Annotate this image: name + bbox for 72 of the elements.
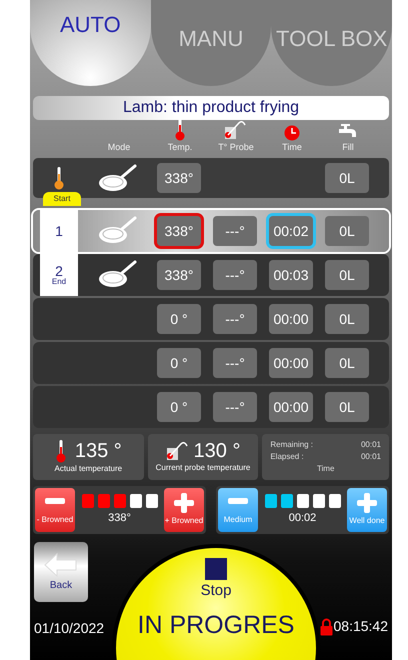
column-header: T° Probe: [218, 140, 254, 154]
minus-button[interactable]: - Browned: [35, 488, 75, 532]
stop-icon: [205, 558, 227, 580]
probe-value[interactable]: ---°: [213, 260, 257, 290]
start-marker: Start: [43, 192, 81, 206]
fill-value[interactable]: 0L: [325, 260, 369, 290]
probe-value[interactable]: ---°: [213, 216, 257, 246]
time-value[interactable]: 00:00: [269, 304, 313, 334]
mode-tab[interactable]: AUTO: [30, 0, 151, 86]
thermometer-icon: [54, 439, 67, 463]
plus-button[interactable]: + Browned: [164, 488, 204, 532]
time-value[interactable]: 00:02: [269, 216, 313, 246]
remaining-label: Remaining :: [270, 439, 314, 451]
plus-button[interactable]: Well done: [347, 488, 387, 532]
step-row[interactable]: 0 ° ---° 00:00 0L: [33, 342, 389, 384]
frying-pan-icon: [98, 163, 138, 193]
probe-value[interactable]: ---°: [213, 348, 257, 378]
column-header: Temp.: [168, 140, 192, 154]
step-row[interactable]: 0 ° ---° 00:00 0L: [33, 298, 389, 340]
plus-icon: [357, 493, 377, 513]
column-header: Time: [282, 140, 302, 154]
temperature-value[interactable]: 338°: [157, 260, 201, 290]
step-marker: 1: [40, 210, 78, 252]
left-arrow-icon: [43, 552, 79, 578]
probe-icon: [166, 440, 190, 462]
panel-label: Actual temperature: [54, 463, 122, 475]
status-text: IN PROGRES: [138, 610, 294, 640]
temperature-reading: 135 °: [74, 441, 122, 461]
probe-icon: [224, 118, 248, 140]
frying-pan-icon: [98, 259, 138, 289]
fill-value[interactable]: 0L: [325, 392, 369, 422]
time-value[interactable]: 00:00: [269, 348, 313, 378]
fill-value[interactable]: 0L: [325, 348, 369, 378]
date-text: 01/10/2022: [34, 619, 104, 638]
elapsed-time: 00:01: [360, 451, 382, 463]
clock-time: 08:15:42: [334, 617, 388, 636]
setting-reading: 00:02: [288, 510, 316, 526]
column-header: Mode: [108, 140, 130, 154]
probe-value[interactable]: ---°: [213, 304, 257, 334]
frying-pan-icon: [98, 215, 138, 245]
setting-reading: 338°: [108, 510, 131, 526]
probe-value[interactable]: ---°: [213, 392, 257, 422]
temperature-value[interactable]: 338°: [157, 163, 201, 193]
remaining-time: 00:01: [360, 439, 382, 451]
time-value[interactable]: 00:00: [269, 392, 313, 422]
elapsed-label: Elapsed :: [270, 451, 304, 463]
step-row[interactable]: 0 ° ---° 00:00 0L: [33, 386, 389, 428]
step-row[interactable]: 2 End 338° ---° 00:03 0L: [33, 254, 389, 296]
temperature-value[interactable]: 0 °: [157, 348, 201, 378]
minus-icon: [45, 498, 65, 504]
recipe-title: Lamb: thin product frying: [122, 98, 300, 118]
minus-icon: [228, 498, 248, 504]
step-row[interactable]: 1 338° ---° 00:02 0L: [33, 210, 389, 252]
temperature-value[interactable]: 0 °: [157, 304, 201, 334]
mode-tab[interactable]: MANU: [150, 0, 272, 86]
column-header: Fill: [342, 140, 354, 154]
fill-value[interactable]: 0L: [325, 163, 369, 193]
temperature-value[interactable]: 0 °: [157, 392, 201, 422]
stop-button[interactable]: Stop IN PROGRES: [116, 548, 316, 660]
panel-label: Current probe temperature: [156, 462, 250, 474]
panel-label: Time: [316, 463, 334, 475]
step-marker: 2 End: [40, 254, 78, 296]
temperature-value[interactable]: 338°: [157, 216, 201, 246]
clock-icon: [284, 124, 300, 140]
back-button[interactable]: Back: [34, 542, 88, 602]
fill-value[interactable]: 0L: [325, 216, 369, 246]
mode-tab[interactable]: TOOL BOX: [271, 0, 392, 86]
thermometer-icon: [53, 166, 65, 190]
plus-icon: [174, 493, 194, 513]
time-value[interactable]: 00:03: [269, 260, 313, 290]
fill-value[interactable]: 0L: [325, 304, 369, 334]
temperature-reading: 130 °: [194, 441, 240, 461]
